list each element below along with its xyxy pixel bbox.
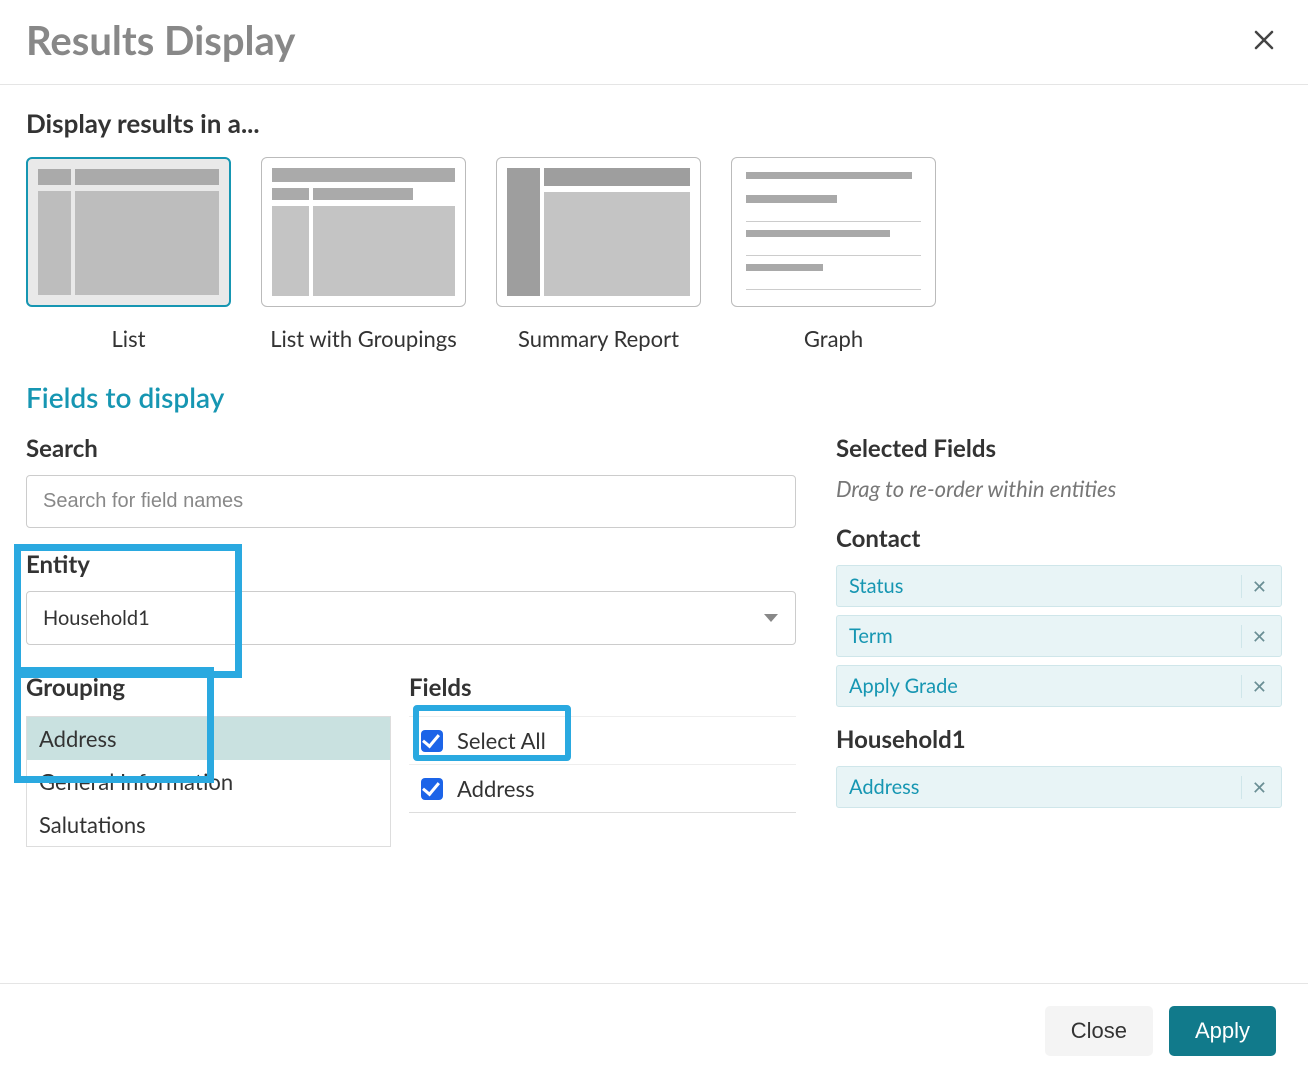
selected-field-apply-grade[interactable]: Apply Grade ✕ xyxy=(836,665,1282,707)
field-label: Address xyxy=(457,775,535,802)
remove-icon[interactable]: ✕ xyxy=(1241,776,1269,799)
grouping-item-address[interactable]: Address xyxy=(27,717,390,760)
display-option-list[interactable]: List xyxy=(26,157,231,352)
display-heading: Display results in a... xyxy=(26,107,1282,139)
display-option-label: List xyxy=(112,325,146,352)
modal-header: Results Display xyxy=(0,0,1308,85)
checkbox-checked-icon[interactable] xyxy=(421,778,443,800)
selected-group-contact: Contact xyxy=(836,524,1282,553)
selected-field-address[interactable]: Address ✕ xyxy=(836,766,1282,808)
entity-section: Entity Household1 xyxy=(26,550,796,645)
remove-icon[interactable]: ✕ xyxy=(1241,625,1269,648)
search-label: Search xyxy=(26,434,796,463)
modal-body: Display results in a... List List with G… xyxy=(0,85,1308,983)
modal-footer: Close Apply xyxy=(0,983,1308,1090)
selected-field-term[interactable]: Term ✕ xyxy=(836,615,1282,657)
field-select-all[interactable]: Select All xyxy=(409,716,796,765)
selected-field-status[interactable]: Status ✕ xyxy=(836,565,1282,607)
summary-thumb-icon xyxy=(496,157,701,307)
checkbox-checked-icon[interactable] xyxy=(421,730,443,752)
pill-label: Term xyxy=(849,624,893,648)
apply-button[interactable]: Apply xyxy=(1169,1006,1276,1056)
grouping-item-general-information[interactable]: General Information xyxy=(27,760,390,803)
graph-thumb-icon xyxy=(731,157,936,307)
display-option-summary[interactable]: Summary Report xyxy=(496,157,701,352)
field-label: Select All xyxy=(457,727,546,754)
remove-icon[interactable]: ✕ xyxy=(1241,675,1269,698)
display-option-label: Graph xyxy=(804,325,863,352)
list-thumb-icon xyxy=(26,157,231,307)
fields-box: Fields Select All Address xyxy=(409,667,796,847)
list-groupings-thumb-icon xyxy=(261,157,466,307)
grouping-box: Grouping Address General Information Sal… xyxy=(26,667,391,847)
modal-title: Results Display xyxy=(26,16,295,64)
selected-fields-heading: Selected Fields xyxy=(836,434,1282,463)
entity-label: Entity xyxy=(26,550,796,579)
selected-group-household1: Household1 xyxy=(836,725,1282,754)
field-item-address[interactable]: Address xyxy=(409,765,796,813)
grouping-fields-row: Grouping Address General Information Sal… xyxy=(26,667,796,847)
remove-icon[interactable]: ✕ xyxy=(1241,575,1269,598)
search-input[interactable] xyxy=(26,475,796,528)
selected-fields-column: Selected Fields Drag to re-order within … xyxy=(836,434,1282,816)
display-option-label: List with Groupings xyxy=(270,325,457,352)
selected-fields-hint: Drag to re-order within entities xyxy=(836,475,1282,502)
results-display-modal: Results Display Display results in a... … xyxy=(0,0,1308,1090)
pill-label: Status xyxy=(849,574,903,598)
display-option-list-groupings[interactable]: List with Groupings xyxy=(261,157,466,352)
display-options: List List with Groupings Summary Report xyxy=(26,157,1282,352)
pill-label: Address xyxy=(849,775,919,799)
pill-label: Apply Grade xyxy=(849,674,958,698)
entity-select[interactable]: Household1 xyxy=(26,591,796,645)
fields-to-display-heading: Fields to display xyxy=(26,380,1282,414)
grouping-item-salutations[interactable]: Salutations xyxy=(27,803,390,846)
grouping-label: Grouping xyxy=(26,667,391,710)
left-column: Search Entity Household1 Grouping Addres… xyxy=(26,434,796,847)
display-option-label: Summary Report xyxy=(518,325,679,352)
close-icon[interactable] xyxy=(1246,22,1282,58)
fields-columns: Search Entity Household1 Grouping Addres… xyxy=(26,434,1282,847)
close-button[interactable]: Close xyxy=(1045,1006,1153,1056)
fields-label: Fields xyxy=(409,667,796,710)
display-option-graph[interactable]: Graph xyxy=(731,157,936,352)
